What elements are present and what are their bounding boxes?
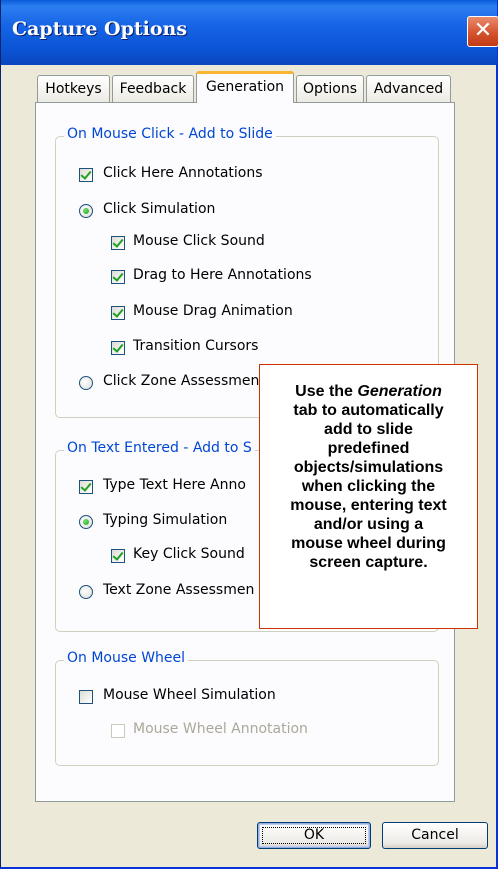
mouse-wheel-simulation-checkbox[interactable] [79,690,93,704]
key-click-sound-label: Key Click Sound [133,546,245,562]
mouse-click-group-legend: On Mouse Click - Add to Slide [64,126,276,142]
generation-tab-callout: Use the Generation tab to automatically … [259,364,478,629]
callout-line-9: mouse wheel during [291,535,446,552]
callout-line-7: mouse, entering text [290,497,447,514]
mouse-wheel-annotation-checkbox [111,724,125,738]
mouse-click-sound-checkbox[interactable] [111,236,125,250]
click-here-annotations-checkbox[interactable] [79,168,93,182]
click-zone-assessment-label: Click Zone Assessmen [103,373,260,389]
mouse-drag-animation-checkbox[interactable] [111,306,125,320]
tab-hotkeys[interactable]: Hotkeys [37,75,110,102]
mouse-wheel-group: On Mouse Wheel [55,650,439,766]
mouse-wheel-simulation-label: Mouse Wheel Simulation [103,687,276,703]
ok-focus-ring [262,827,366,844]
callout-line-3: add to slide [324,421,413,438]
callout-line-1-prefix: Use the [295,383,358,400]
tab-generation[interactable]: Generation [196,71,294,103]
callout-line-1: Use the Generation [260,382,477,401]
key-click-sound-checkbox[interactable] [111,549,125,563]
cancel-button[interactable]: Cancel [382,822,488,849]
mouse-drag-animation-label: Mouse Drag Animation [133,303,293,319]
ok-button[interactable]: OK [257,822,371,849]
close-icon: ✕ [473,18,493,43]
tab-feedback[interactable]: Feedback [112,75,194,102]
cancel-button-label: Cancel [411,827,459,843]
text-zone-assessment-label: Text Zone Assessmen [103,582,255,598]
close-button[interactable]: ✕ [467,16,498,47]
click-zone-assessment-radio[interactable] [79,376,93,390]
mouse-wheel-group-legend: On Mouse Wheel [64,650,189,666]
mouse-click-sound-label: Mouse Click Sound [133,233,265,249]
tab-advanced[interactable]: Advanced [366,75,451,102]
click-simulation-radio[interactable] [79,204,93,218]
title-bar[interactable]: Capture Options ✕ [1,0,498,63]
callout-line-4: predefined [327,440,410,457]
drag-to-here-annotations-checkbox[interactable] [111,270,125,284]
click-simulation-label: Click Simulation [103,201,216,217]
click-here-annotations-label: Click Here Annotations [103,165,263,181]
typing-simulation-radio[interactable] [79,515,93,529]
callout-line-2: tab to automatically [293,402,444,419]
title-bar-edge [1,63,497,65]
callout-line-10: screen capture. [309,554,428,571]
callout-line-8: and/or using a [313,516,424,533]
callout-generation-word: Generation [357,383,442,400]
capture-options-dialog: Capture Options ✕ Hotkeys Feedback Gener… [0,0,498,869]
type-text-here-annotations-checkbox[interactable] [79,480,93,494]
text-entered-group-legend: On Text Entered - Add to S [64,440,255,456]
transition-cursors-checkbox[interactable] [111,341,125,355]
callout-line-6: when clicking the [301,478,436,495]
transition-cursors-label: Transition Cursors [133,338,259,354]
drag-to-here-annotations-label: Drag to Here Annotations [133,267,312,283]
mouse-wheel-annotation-label: Mouse Wheel Annotation [133,721,308,737]
tab-options[interactable]: Options [296,75,364,102]
text-zone-assessment-radio[interactable] [79,585,93,599]
window-title: Capture Options [12,18,188,40]
typing-simulation-label: Typing Simulation [103,512,228,528]
type-text-here-annotations-label: Type Text Here Anno [103,477,246,493]
callout-line-5: objects/simulations [293,459,444,476]
